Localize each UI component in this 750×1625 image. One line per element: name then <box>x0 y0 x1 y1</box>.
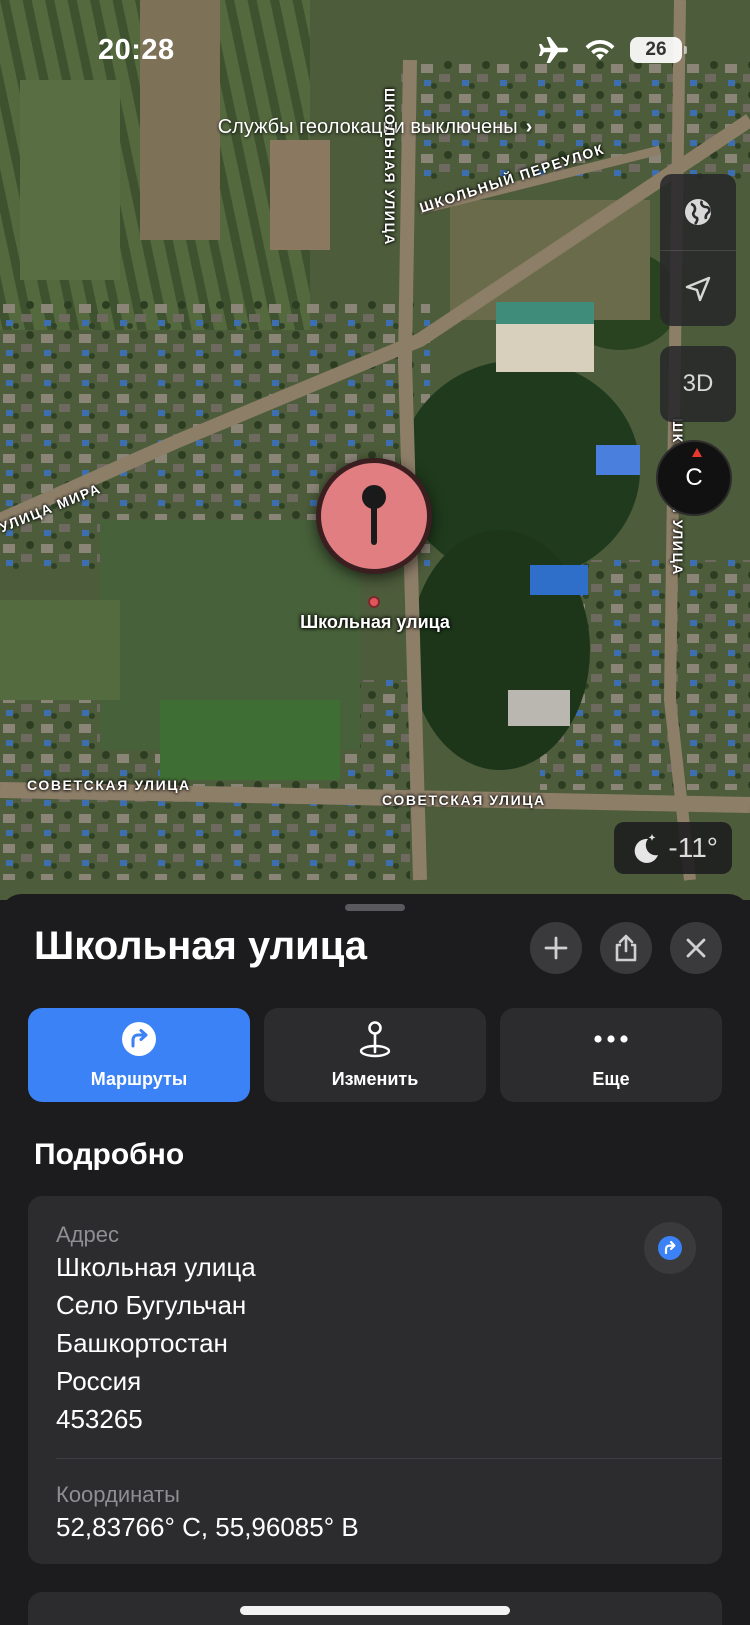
wifi-icon <box>585 39 615 60</box>
map-mode-button[interactable] <box>660 174 736 250</box>
coordinates-label: Координаты <box>56 1482 180 1507</box>
battery-icon: 26 <box>630 37 687 63</box>
location-arrow-icon <box>685 276 711 301</box>
plus-icon <box>544 936 568 960</box>
3d-view-button[interactable]: 3D <box>660 346 736 422</box>
place-card-sheet: Школьная улица Маршруты Изменить Еще Под… <box>0 894 750 1625</box>
locate-me-button[interactable] <box>660 250 736 326</box>
more-dots-icon <box>593 1021 629 1057</box>
location-pin[interactable] <box>316 458 432 574</box>
airplane-icon <box>539 37 568 63</box>
more-label: Еще <box>592 1068 630 1089</box>
compass-button[interactable]: С <box>656 440 732 516</box>
compass-letter: С <box>685 464 703 491</box>
route-arrow-icon <box>658 1236 682 1260</box>
place-title: Школьная улица <box>34 924 368 968</box>
map-controls <box>660 174 736 326</box>
weather-temperature: -11° <box>668 832 718 863</box>
address-label: Адрес <box>56 1222 119 1247</box>
more-button[interactable]: Еще <box>500 1008 722 1102</box>
location-banner-text: Службы геолокации выключены <box>217 116 518 138</box>
pin-icon <box>316 458 432 574</box>
status-bar: 20:28 26 <box>0 0 750 100</box>
directions-label: Маршруты <box>90 1068 188 1089</box>
pin-edit-icon <box>357 1020 393 1057</box>
edit-label: Изменить <box>331 1068 419 1089</box>
weather-badge: -11° <box>614 822 732 874</box>
close-button[interactable] <box>670 922 722 974</box>
close-icon <box>686 938 706 958</box>
view-3d-control: 3D <box>660 346 736 422</box>
address-line[interactable]: Школьная улица <box>56 1252 256 1283</box>
directions-button[interactable]: Маршруты <box>28 1008 250 1102</box>
status-time: 20:28 <box>98 34 175 66</box>
street-label: СОВЕТСКАЯ УЛИЦА <box>382 792 546 808</box>
address-directions-button[interactable] <box>644 1222 696 1274</box>
details-divider <box>56 1458 722 1459</box>
status-icons: 26 <box>538 36 687 64</box>
address-line[interactable]: Башкортостан <box>56 1328 228 1359</box>
address-line[interactable]: Село Бугульчан <box>56 1290 246 1321</box>
compass-north-marker <box>692 448 702 457</box>
details-card: Адрес Школьная улица Село Бугульчан Башк… <box>28 1196 722 1564</box>
chevron-right-icon: › <box>525 116 533 138</box>
moon-stars-icon <box>635 834 659 863</box>
street-label: ШКОЛЬНАЯ УЛИЦА <box>382 88 398 247</box>
add-button[interactable] <box>530 922 582 974</box>
address-line[interactable]: Россия <box>56 1366 141 1397</box>
home-indicator[interactable] <box>240 1606 510 1615</box>
satellite-map[interactable]: 20:28 26 Службы геолокации выключены › ШК… <box>0 0 750 900</box>
street-label: СОВЕТСКАЯ УЛИЦА <box>27 777 191 793</box>
details-heading: Подробно <box>34 1138 185 1171</box>
pin-anchor-dot <box>368 596 380 608</box>
share-button[interactable] <box>600 922 652 974</box>
globe-icon <box>685 199 711 225</box>
address-line[interactable]: 453265 <box>56 1404 143 1435</box>
share-icon <box>615 934 637 962</box>
route-arrow-icon <box>121 1021 157 1057</box>
coordinates-value[interactable]: 52,83766° С, 55,96085° В <box>56 1512 359 1543</box>
location-services-banner[interactable]: Службы геолокации выключены › <box>0 116 750 139</box>
edit-location-button[interactable]: Изменить <box>264 1008 486 1102</box>
sheet-grabber[interactable] <box>345 904 405 911</box>
pin-label: Школьная улица <box>300 612 450 632</box>
